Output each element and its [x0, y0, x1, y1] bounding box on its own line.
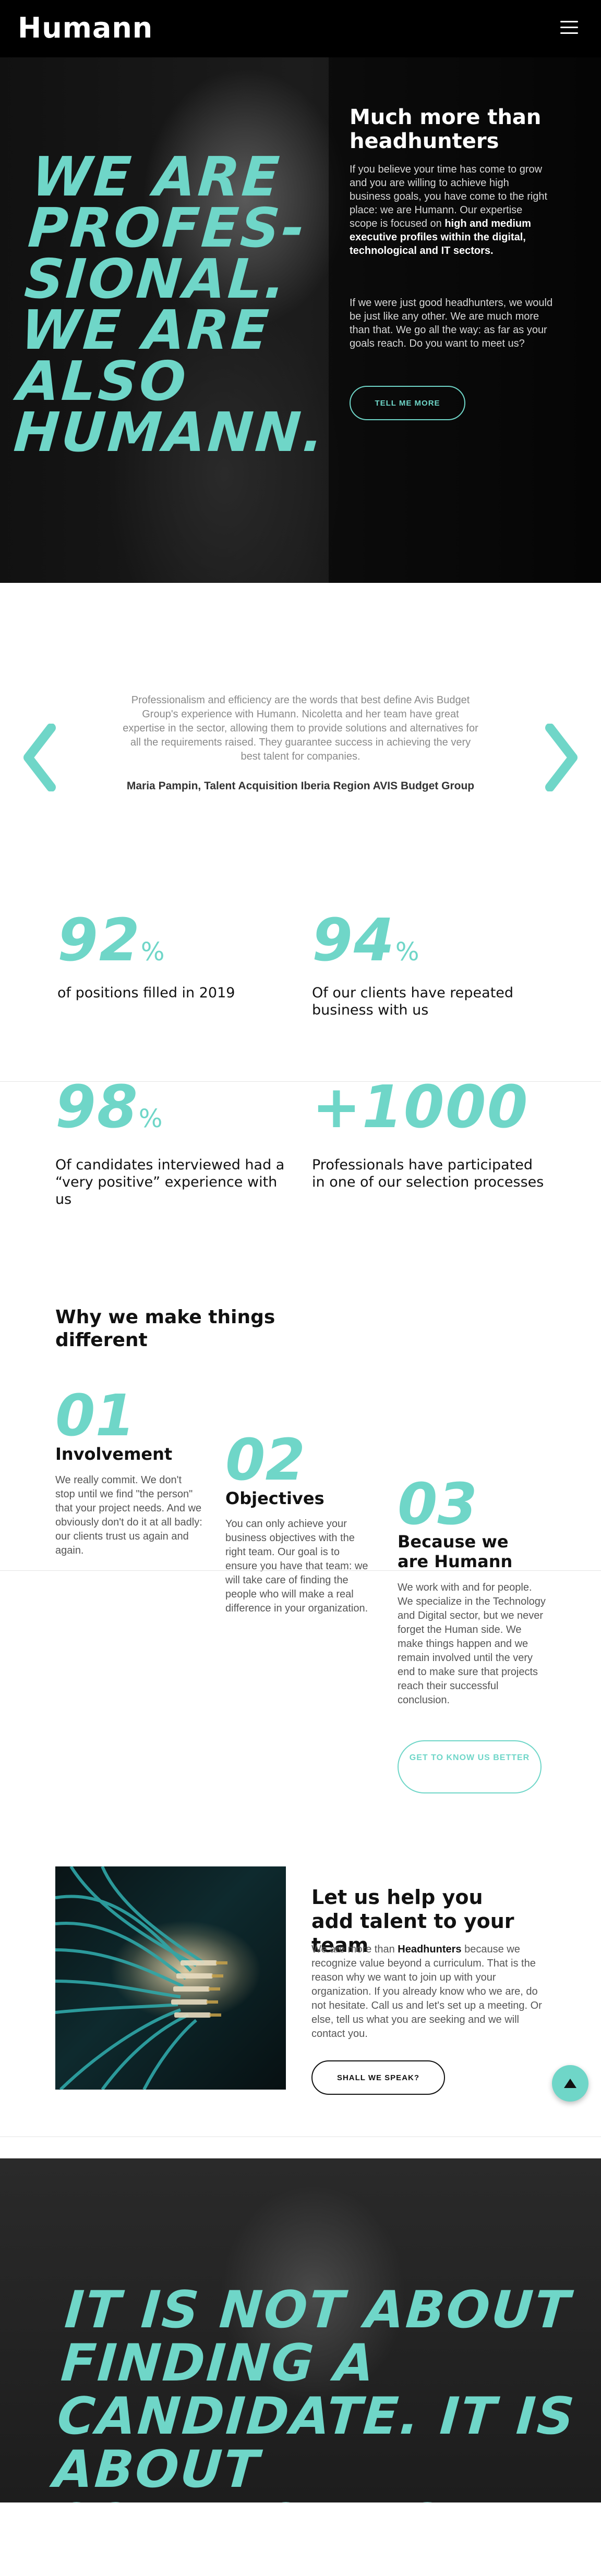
why-number: 03 [398, 1471, 478, 1537]
page-bottom-spacer [0, 2502, 601, 2576]
why-text: We really commit. We don't stop until we… [55, 1474, 202, 1556]
stat-label: of positions filled in 2019 [57, 985, 235, 1001]
hero-headline: WE ARE PROFES- SIONAL. WE ARE ALSO HUMAN… [11, 145, 328, 464]
why-number: 01 [55, 1382, 136, 1449]
why-number: 02 [225, 1426, 306, 1493]
site-header: Humann [0, 0, 601, 57]
testimonial-quote: Professionalism and efficiency are the w… [123, 694, 478, 762]
stat-label: Professionals have participated in one o… [312, 1157, 544, 1190]
hamburger-icon[interactable] [560, 21, 578, 34]
why-text: We work with and for people. We speciali… [398, 1582, 546, 1706]
get-to-know-us-button[interactable]: GET TO KNOW US BETTER [398, 1740, 542, 1793]
testimonial-author: Maria Pampin, Talent Acquisition Iberia … [126, 780, 475, 792]
chevron-left-icon[interactable] [21, 724, 57, 791]
hero-paragraph-1: If you believe your time has come to gro… [350, 163, 553, 258]
hero-title: Much more than headhunters [350, 105, 542, 153]
help-text: We are more than Headhunters because we … [311, 1944, 542, 2040]
stat-number: +1000 [312, 1073, 529, 1141]
hero-paragraph-2: If we were just good headhunters, we wou… [350, 297, 553, 349]
why-heading: Involvement [55, 1444, 173, 1464]
why-title: Why we make things different [55, 1307, 275, 1351]
stats-section: 92% of positions filled in 2019 94% Of o… [0, 807, 601, 1308]
chevron-right-icon[interactable] [544, 724, 580, 791]
stat-number: 94% [312, 907, 420, 974]
network-cables-image [55, 1866, 286, 2090]
arrow-up-icon[interactable] [552, 2065, 588, 2102]
why-heading: Objectives [225, 1488, 324, 1508]
testimonial-section: Professionalism and efficiency are the w… [0, 583, 601, 807]
stat-label: Of candidates interviewed had a “very po… [55, 1157, 285, 1207]
stat-label: Of our clients have repeated business wi… [312, 985, 514, 1018]
why-heading: Because we are Humann [398, 1532, 513, 1571]
shall-we-speak-button[interactable]: SHALL WE SPEAK? [311, 2060, 445, 2095]
tell-me-more-button[interactable]: TELL ME MORE [350, 386, 465, 420]
stat-number: 98% [55, 1073, 164, 1141]
hero-section: WE ARE PROFES- SIONAL. WE ARE ALSO HUMAN… [0, 57, 601, 583]
stat-number: 92% [57, 907, 166, 974]
logo[interactable]: Humann [18, 11, 153, 44]
why-text: You can only achieve your business objec… [225, 1518, 368, 1614]
